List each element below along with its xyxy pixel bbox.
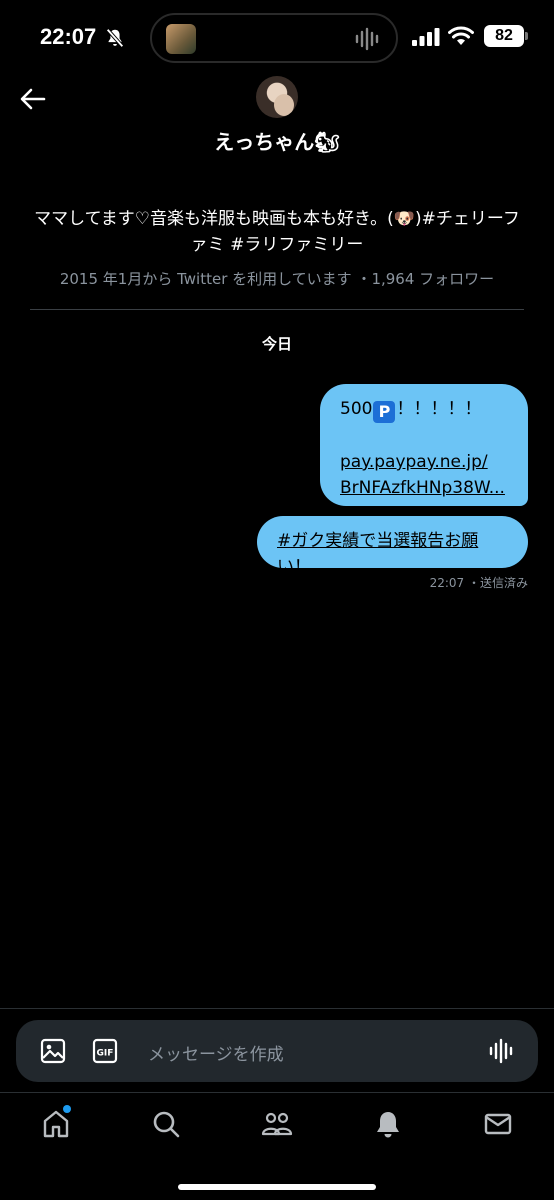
home-unread-dot [63, 1105, 71, 1113]
voice-message-icon[interactable] [488, 1038, 516, 1064]
message-input[interactable]: メッセージを作成 [148, 1040, 284, 1065]
message-status: 22:07 ・送信済み [429, 576, 528, 590]
home-indicator[interactable] [178, 1184, 376, 1190]
message-suffix: ！ [294, 557, 311, 577]
avatar[interactable] [256, 76, 298, 118]
message-text: 500 P！！！！！ [340, 396, 508, 423]
line-spacer [340, 423, 508, 449]
image-icon[interactable] [40, 1038, 66, 1064]
now-playing-artwork [166, 24, 196, 54]
gif-icon[interactable]: GIF [92, 1038, 118, 1064]
battery-cap [525, 32, 528, 40]
tabbar-divider [0, 1092, 554, 1093]
profile-bio: ママしてます♡音楽も洋服も映画も本も好き。(🐶)#チェリーフ ァミ #ラリファミ… [30, 206, 524, 258]
notifications-icon[interactable] [372, 1108, 404, 1140]
amount-text: 500 [340, 399, 373, 419]
bell-off-icon [106, 28, 124, 48]
bio-line-1: ママしてます♡音楽も洋服も映画も本も好き。(🐶)#チェリーフ [34, 209, 520, 229]
parking-p-icon: P [373, 401, 396, 423]
profile-meta: 2015 年1月から Twitter を利用しています ・1,964 フォロワー [59, 270, 495, 288]
messages-icon[interactable] [482, 1108, 514, 1140]
display-name[interactable]: えっちゃん🐿 [0, 126, 554, 155]
composer-divider [0, 1008, 554, 1009]
status-time: 22:07 [40, 24, 97, 49]
svg-text:GIF: GIF [97, 1049, 114, 1059]
message-bubble[interactable]: 500 P！！！！！ pay.paypay.ne.jp/ BrNFAzfkHNp3… [320, 384, 528, 506]
message-composer: GIF メッセージを作成 [16, 1020, 538, 1082]
back-arrow-icon[interactable] [18, 84, 48, 114]
bio-line-2: ァミ #ラリファミリー [190, 235, 364, 255]
communities-icon[interactable] [261, 1108, 293, 1140]
audio-wave-icon [355, 27, 379, 51]
day-separator: 今日 [261, 335, 292, 353]
divider [30, 309, 524, 310]
link-line-2[interactable]: BrNFAzfkHNp38W... [340, 475, 508, 501]
exclaim-text: ！！！！！ [396, 399, 482, 419]
message-link[interactable]: pay.paypay.ne.jp/ BrNFAzfkHNp38W... [340, 449, 508, 501]
search-icon[interactable] [150, 1108, 182, 1140]
status-bar: 22:07 82 [0, 0, 554, 74]
message-bubble[interactable]: #ガク実績で当選報告お願い！ [257, 516, 528, 577]
cellular-signal-icon [412, 28, 440, 46]
dynamic-island[interactable] [150, 13, 398, 63]
link-line-1[interactable]: pay.paypay.ne.jp/ [340, 449, 508, 475]
wifi-icon [448, 26, 474, 45]
battery-indicator: 82 [484, 25, 524, 47]
